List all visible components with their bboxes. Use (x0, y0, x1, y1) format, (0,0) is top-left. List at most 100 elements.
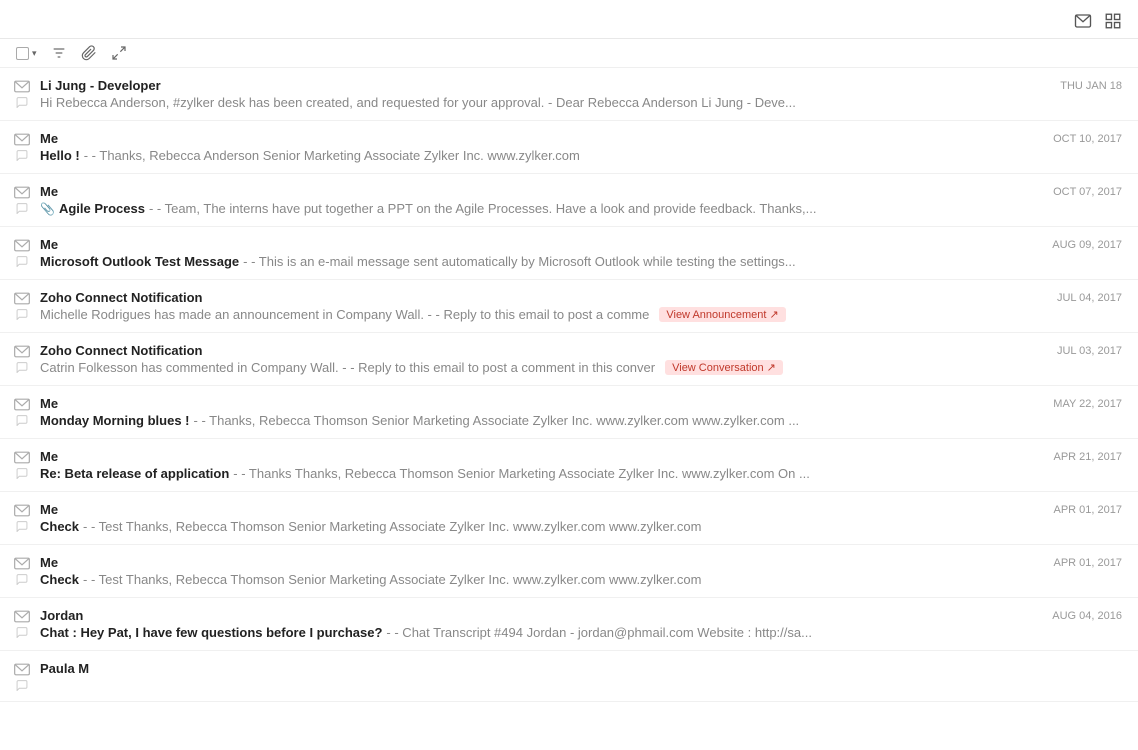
subject-line: Monday Morning blues ! - - Thanks, Rebecc… (40, 413, 1041, 428)
sender-name: Me (40, 449, 1042, 464)
filter-icon[interactable] (51, 45, 67, 61)
envelope-icon (14, 186, 30, 199)
chevron-down-icon: ▾ (32, 48, 37, 59)
email-date: THU JAN 18 (1060, 78, 1122, 92)
preview-text: - - Thanks, Rebecca Anderson Senior Mark… (84, 148, 580, 163)
header (0, 0, 1138, 39)
email-content: Me 📎 Agile Process - - Team, The interns ha… (40, 184, 1041, 216)
email-content: MeCheck- - Test Thanks, Rebecca Thomson … (40, 502, 1042, 534)
action-badge[interactable]: View Announcement ↗ (659, 307, 785, 322)
attachment-indicator: 📎 (40, 202, 55, 216)
email-icon-col (14, 502, 30, 532)
preview-text: Catrin Folkesson has commented in Compan… (40, 360, 655, 375)
email-row[interactable]: MeCheck- - Test Thanks, Rebecca Thomson … (0, 492, 1138, 545)
email-row[interactable]: Me Monday Morning blues ! - - Thanks, Rebe… (0, 386, 1138, 439)
preview-text: - - Test Thanks, Rebecca Thomson Senior … (83, 519, 701, 534)
envelope-icon (14, 557, 30, 570)
email-content: Paula M (40, 661, 1122, 678)
email-row[interactable]: MeMicrosoft Outlook Test Message- - This… (0, 227, 1138, 280)
sender-name: Zoho Connect Notification (40, 343, 1045, 358)
email-content: JordanChat : Hey Pat, I have few questio… (40, 608, 1040, 640)
checkbox-box (16, 47, 29, 60)
email-date: APR 01, 2017 (1054, 555, 1123, 569)
email-icon-col (14, 449, 30, 479)
email-date: MAY 22, 2017 (1053, 396, 1122, 410)
sender-name: Me (40, 184, 1041, 199)
email-content: Zoho Connect Notification Catrin Folkesso… (40, 343, 1045, 375)
action-badge[interactable]: View Conversation ↗ (665, 360, 783, 375)
email-row[interactable]: Paula M (0, 651, 1138, 702)
chat-bubble-icon (15, 308, 29, 320)
email-content: Me Re: Beta release of application- - Tha… (40, 449, 1042, 481)
sender-name: Me (40, 555, 1042, 570)
email-content: Me Hello ! - - Thanks, Rebecca Anderson Se… (40, 131, 1041, 163)
email-icon-col (14, 661, 30, 691)
chat-bubble-icon (15, 679, 29, 691)
preview-text: - - Test Thanks, Rebecca Thomson Senior … (83, 572, 701, 587)
chat-bubble-icon (15, 149, 29, 161)
email-row[interactable]: MeCheck- - Test Thanks, Rebecca Thomson … (0, 545, 1138, 598)
email-date: AUG 09, 2017 (1052, 237, 1122, 251)
chat-bubble-icon (15, 626, 29, 638)
preview-text: - - Thanks, Rebecca Thomson Senior Marke… (194, 413, 800, 428)
email-row[interactable]: Me Hello ! - - Thanks, Rebecca Anderson Se… (0, 121, 1138, 174)
sender-name: Zoho Connect Notification (40, 290, 1045, 305)
email-row[interactable]: Me 📎 Agile Process - - Team, The interns ha… (0, 174, 1138, 227)
chat-bubble-icon (15, 202, 29, 214)
move-icon[interactable] (111, 45, 127, 61)
chat-bubble-icon (15, 96, 29, 108)
email-date: APR 01, 2017 (1054, 502, 1123, 516)
email-icon-col (14, 343, 30, 373)
toolbar: ▾ (0, 39, 1138, 68)
header-right-icons (1074, 12, 1122, 30)
preview-text: - - Chat Transcript #494 Jordan - jordan… (386, 625, 812, 640)
email-row[interactable]: Li Jung - DeveloperHi Rebecca Anderson, … (0, 68, 1138, 121)
subject-line: 📎 Agile Process - - Team, The interns have… (40, 201, 1041, 216)
subject-text: Chat : Hey Pat, I have few questions bef… (40, 625, 382, 640)
email-content: Zoho Connect Notification Michelle Rodrig… (40, 290, 1045, 322)
email-row[interactable]: Zoho Connect Notification Catrin Folkesso… (0, 333, 1138, 386)
chat-bubble-icon (15, 467, 29, 479)
sender-name: Me (40, 396, 1041, 411)
email-content: MeCheck- - Test Thanks, Rebecca Thomson … (40, 555, 1042, 587)
email-icon-col (14, 555, 30, 585)
email-icon-col (14, 78, 30, 108)
envelope-icon (14, 398, 30, 411)
email-icon-col (14, 608, 30, 638)
email-date: OCT 10, 2017 (1053, 131, 1122, 145)
envelope-icon (14, 451, 30, 464)
compose-icon[interactable] (1074, 12, 1092, 30)
chat-bubble-icon (15, 520, 29, 532)
email-date: APR 21, 2017 (1054, 449, 1123, 463)
attachment-icon[interactable] (81, 45, 97, 61)
email-icon-col (14, 396, 30, 426)
email-icon-col (14, 184, 30, 214)
email-content: Li Jung - DeveloperHi Rebecca Anderson, … (40, 78, 1048, 110)
subject-line: Chat : Hey Pat, I have few questions bef… (40, 625, 1040, 640)
email-date: OCT 07, 2017 (1053, 184, 1122, 198)
email-icon-col (14, 131, 30, 161)
email-content: Me Monday Morning blues ! - - Thanks, Rebe… (40, 396, 1041, 428)
envelope-icon (14, 610, 30, 623)
chat-bubble-icon (15, 414, 29, 426)
subject-text: Agile Process (59, 201, 145, 216)
email-row[interactable]: JordanChat : Hey Pat, I have few questio… (0, 598, 1138, 651)
preview-text: - - This is an e-mail message sent autom… (243, 254, 796, 269)
envelope-icon (14, 133, 30, 146)
preview-text: - - Thanks Thanks, Rebecca Thomson Senio… (233, 466, 810, 481)
subject-text: Monday Morning blues ! (40, 413, 190, 428)
email-content: MeMicrosoft Outlook Test Message- - This… (40, 237, 1040, 269)
preview-text: - - Team, The interns have put together … (149, 201, 816, 216)
preview-text: Michelle Rodrigues has made an announcem… (40, 307, 649, 322)
subject-line: Hi Rebecca Anderson, #zylker desk has be… (40, 95, 1048, 110)
email-row[interactable]: Me Re: Beta release of application- - Tha… (0, 439, 1138, 492)
subject-text: Hello ! (40, 148, 80, 163)
sender-name: Me (40, 131, 1041, 146)
email-list: Li Jung - DeveloperHi Rebecca Anderson, … (0, 68, 1138, 702)
grid-view-icon[interactable] (1104, 12, 1122, 30)
subject-line: Re: Beta release of application- - Thank… (40, 466, 1042, 481)
select-all-checkbox[interactable]: ▾ (16, 47, 37, 60)
subject-text: Microsoft Outlook Test Message (40, 254, 239, 269)
chat-bubble-icon (15, 573, 29, 585)
email-row[interactable]: Zoho Connect Notification Michelle Rodrig… (0, 280, 1138, 333)
